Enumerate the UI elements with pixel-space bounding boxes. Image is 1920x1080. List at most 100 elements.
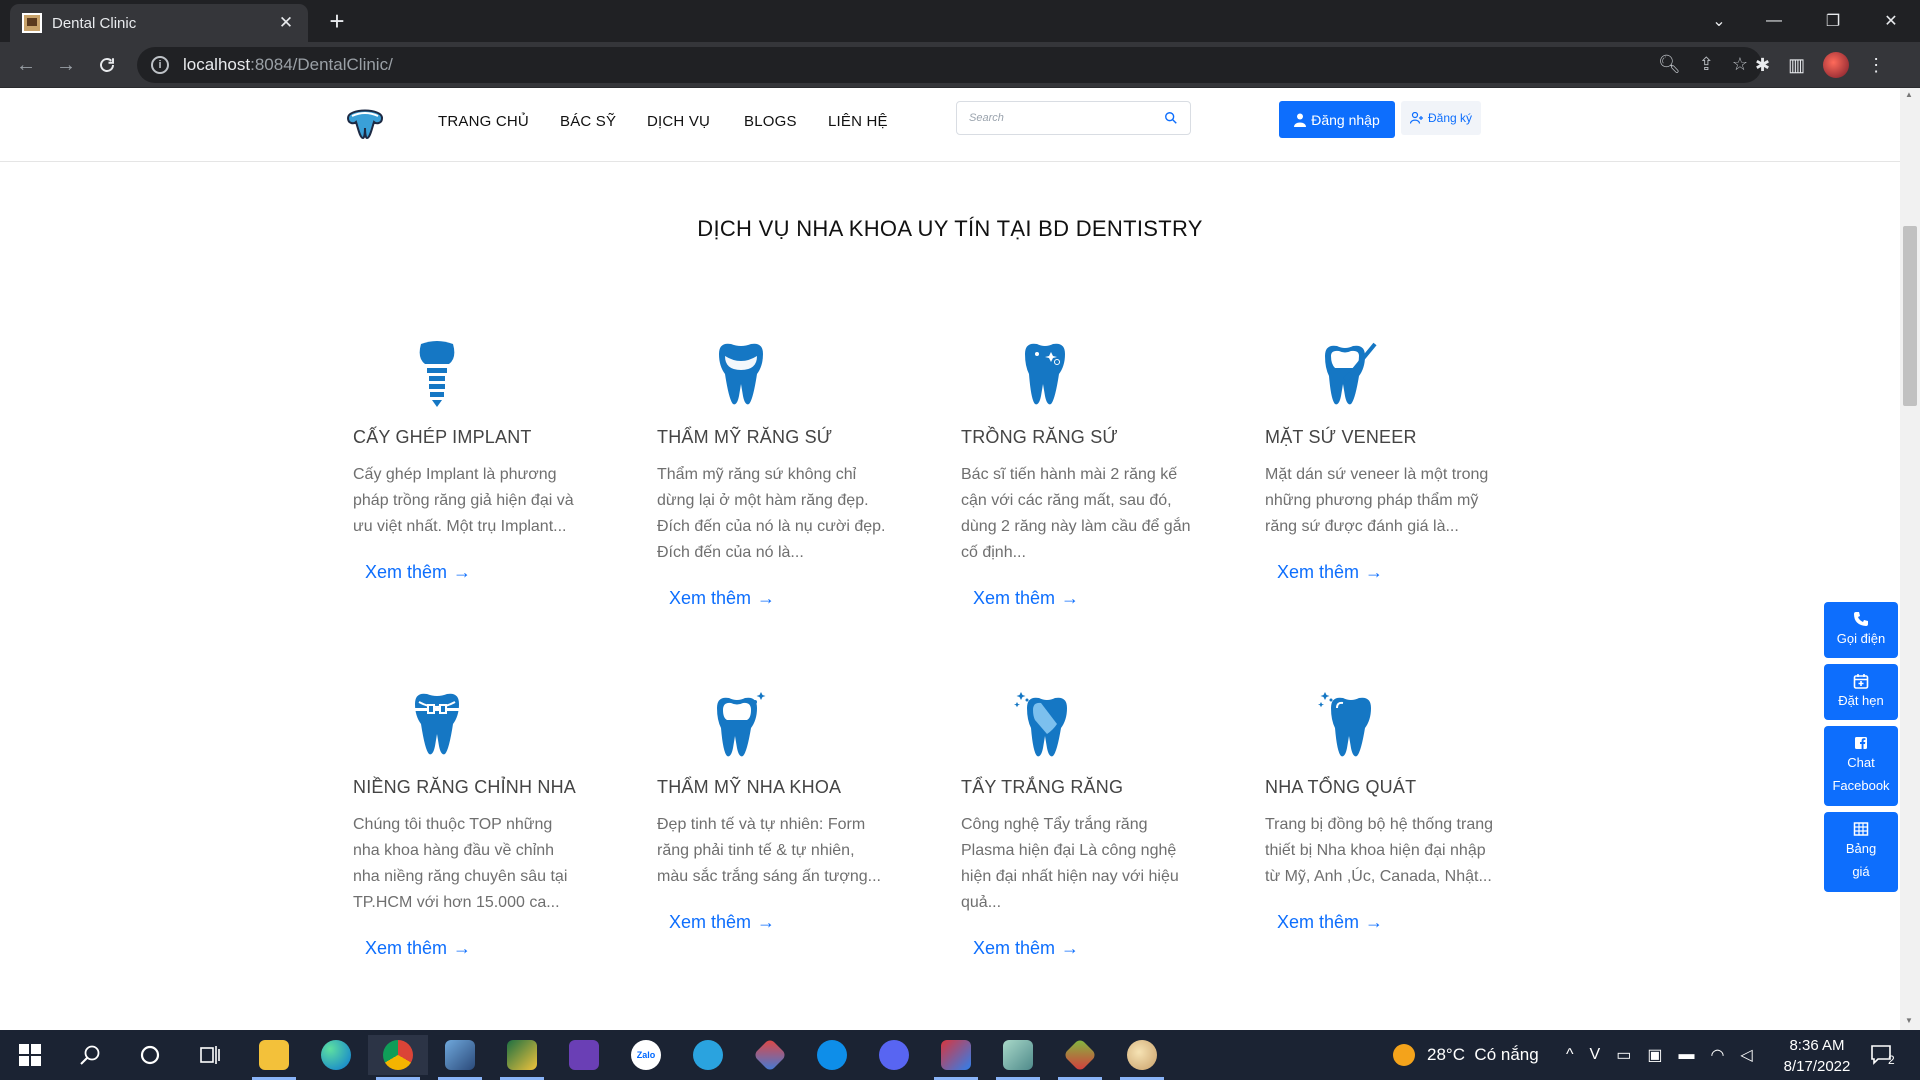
virtualbox-app[interactable]	[430, 1035, 490, 1080]
register-button[interactable]: Đăng ký	[1401, 101, 1481, 135]
volume-icon[interactable]: ◁	[1740, 1045, 1752, 1065]
read-more-link[interactable]: Xem thêm →	[1277, 562, 1383, 583]
nav-doctors[interactable]: BÁC SỸ	[560, 113, 616, 130]
url-input[interactable]: i localhost:8084/DentalClinic/ 🔍︎ ⇪ ☆	[137, 47, 1762, 83]
cube-icon	[445, 1040, 475, 1070]
telegram-icon	[693, 1040, 723, 1070]
read-more-link[interactable]: Xem thêm →	[365, 562, 471, 583]
git-app[interactable]	[740, 1035, 800, 1075]
visual-studio-app[interactable]	[554, 1035, 614, 1075]
share-icon[interactable]: ⇪	[1699, 54, 1714, 75]
price-label-2: giá	[1852, 864, 1870, 879]
book-appointment-button[interactable]: Đặt hẹn	[1824, 664, 1898, 720]
nav-contact[interactable]: LIÊN HỆ	[828, 113, 888, 130]
dev-tool-app[interactable]	[926, 1035, 986, 1080]
site-navbar: TRANG CHỦ BÁC SỸ DỊCH VỤ BLOGS LIÊN HỆ S…	[0, 88, 1900, 162]
clinic-logo-icon[interactable]	[344, 106, 386, 142]
register-label: Đăng ký	[1427, 111, 1473, 125]
forward-button[interactable]: →	[52, 51, 80, 79]
service-card-dental-aesthetic: THẨM MỸ NHA KHOA Đẹp tinh tế và tự nhiên…	[657, 690, 897, 933]
read-more-link[interactable]: Xem thêm →	[669, 912, 775, 933]
display-icon[interactable]: ▣	[1647, 1045, 1662, 1065]
wifi-icon[interactable]: ◠	[1710, 1045, 1724, 1065]
chat-facebook-button[interactable]: Chat Facebook	[1824, 726, 1898, 806]
task-view-button[interactable]	[180, 1035, 240, 1075]
read-more-label: Xem thêm	[365, 938, 448, 958]
restore-button[interactable]: ❐	[1804, 0, 1862, 42]
nav-services[interactable]: DỊCH VỤ	[647, 113, 710, 130]
read-more-link[interactable]: Xem thêm →	[669, 588, 775, 609]
tab-title: Dental Clinic	[52, 14, 137, 32]
scroll-thumb[interactable]	[1903, 226, 1917, 406]
service-title: NIỀNG RĂNG CHỈNH NHA	[353, 777, 577, 797]
back-button[interactable]: ←	[12, 51, 40, 79]
clock-time: 8:36 AM	[1789, 1037, 1845, 1054]
reload-button[interactable]	[93, 51, 121, 79]
user-plus-icon	[1409, 112, 1423, 124]
tab-search-icon[interactable]: ⌄	[1690, 0, 1748, 42]
read-more-link[interactable]: Xem thêm →	[365, 938, 471, 959]
extensions-icon[interactable]: ✱	[1755, 55, 1770, 76]
meet-icon[interactable]: ▭	[1616, 1045, 1631, 1065]
url-path: :8084/DentalClinic/	[250, 55, 393, 74]
discord-app[interactable]	[864, 1035, 924, 1075]
minimize-button[interactable]: —	[1745, 0, 1803, 42]
chrome-app[interactable]	[368, 1035, 428, 1080]
start-button[interactable]	[0, 1035, 60, 1075]
vpn-icon[interactable]: V	[1590, 1046, 1601, 1064]
search-input[interactable]: Search	[956, 101, 1191, 135]
excel-app[interactable]	[492, 1035, 552, 1080]
discord-icon	[879, 1040, 909, 1070]
service-title: THẨM MỸ RĂNG SỨ	[657, 427, 833, 447]
cortana-button[interactable]	[120, 1035, 180, 1075]
service-card-whitening: TẨY TRẮNG RĂNG Công nghệ Tẩy trắng răng …	[961, 690, 1201, 959]
close-window-button[interactable]: ✕	[1862, 0, 1920, 42]
nav-home[interactable]: TRANG CHỦ	[438, 113, 529, 130]
read-more-link[interactable]: Xem thêm →	[973, 938, 1079, 959]
read-more-link[interactable]: Xem thêm →	[1277, 912, 1383, 933]
reload-icon	[100, 58, 114, 72]
site-info-icon[interactable]: i	[151, 56, 169, 74]
browser-tab[interactable]: Dental Clinic ✕	[10, 4, 308, 42]
page-scrollbar[interactable]: ▲ ▼	[1900, 88, 1920, 1030]
notes-app[interactable]	[988, 1035, 1048, 1080]
bookmark-star-icon[interactable]: ☆	[1732, 54, 1748, 75]
zoom-icon[interactable]: 🔍︎	[1658, 54, 1681, 75]
zalo-app[interactable]: Zalo	[616, 1035, 676, 1075]
taskbar-search-button[interactable]	[60, 1035, 120, 1075]
scroll-up-icon[interactable]: ▲	[1905, 90, 1913, 99]
sourcetree-icon	[1063, 1038, 1097, 1072]
read-more-link[interactable]: Xem thêm →	[973, 588, 1079, 609]
search-icon[interactable]	[1164, 111, 1178, 125]
profile-avatar[interactable]	[1823, 52, 1850, 78]
notes-icon	[1003, 1040, 1033, 1070]
tooth-shine-icon	[717, 692, 766, 757]
phone-icon	[1854, 611, 1868, 626]
search-placeholder: Search	[969, 112, 1004, 124]
login-button[interactable]: Đăng nhập	[1279, 101, 1395, 138]
teamviewer-app[interactable]	[802, 1035, 862, 1075]
menu-kebab-icon[interactable]: ⋮	[1867, 55, 1885, 76]
sourcetree-app[interactable]	[1050, 1035, 1110, 1080]
file-explorer-app[interactable]	[244, 1035, 304, 1080]
zalo-icon: Zalo	[631, 1040, 661, 1070]
service-title: TẨY TRẮNG RĂNG	[961, 777, 1124, 797]
edge-app[interactable]	[306, 1035, 366, 1075]
tooth-whitening-icon	[1014, 692, 1067, 757]
telegram-app[interactable]	[678, 1035, 738, 1075]
notifications-button[interactable]: 2	[1870, 1030, 1895, 1080]
side-panel-icon[interactable]: ▥	[1788, 55, 1805, 76]
tooth-braces-icon	[415, 693, 459, 755]
weather-widget[interactable]: 28°C Có nắng	[1393, 1030, 1539, 1080]
call-button[interactable]: Gọi điện	[1824, 602, 1898, 658]
taskbar-clock[interactable]: 8:36 AM 8/17/2022	[1772, 1035, 1862, 1077]
new-tab-button[interactable]: +	[322, 6, 352, 36]
battery-icon[interactable]: ▬	[1678, 1046, 1694, 1064]
chevron-up-icon[interactable]: ^	[1566, 1046, 1574, 1064]
nav-blogs[interactable]: BLOGS	[744, 113, 797, 130]
close-tab-icon[interactable]: ✕	[276, 13, 296, 33]
price-list-button[interactable]: Bảng giá	[1824, 812, 1898, 892]
paint-app[interactable]	[1112, 1035, 1172, 1080]
service-desc: Công nghệ Tẩy trắng răng Plasma hiện đại…	[961, 816, 1179, 911]
scroll-down-icon[interactable]: ▼	[1905, 1016, 1913, 1025]
